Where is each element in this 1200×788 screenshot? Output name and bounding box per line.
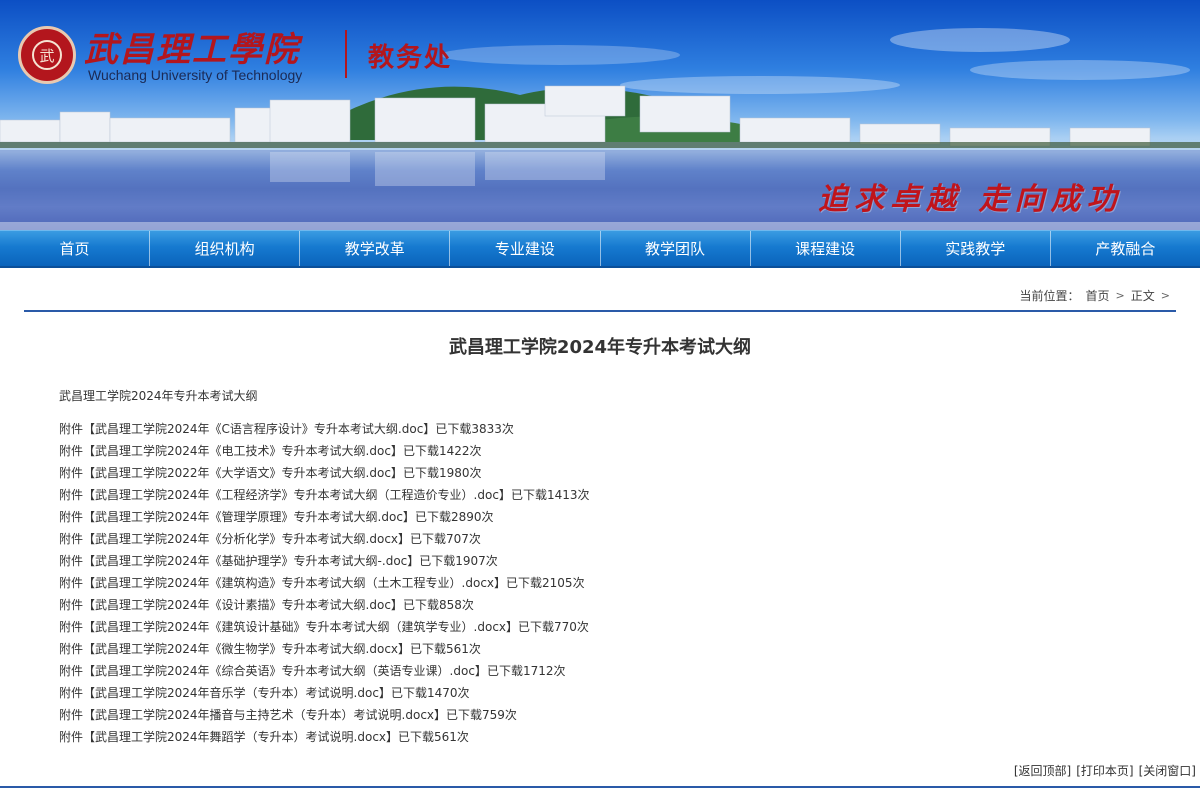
attachment-label: 附件 [59,708,84,722]
attachment-link[interactable]: 【武昌理工学院2024年《管理学原理》专升本考试大纲.doc】 [83,510,415,524]
attachment-item: 附件【武昌理工学院2022年《大学语文》专升本考试大纲.doc】已下载1980次 [59,462,589,484]
close-window-link[interactable]: [关闭窗口] [1139,762,1196,779]
download-count: 已下载3833次 [435,422,514,436]
attachment-item: 附件【武昌理工学院2024年《C语言程序设计》专升本考试大纲.doc】已下载38… [59,418,589,440]
article-intro: 武昌理工学院2024年专升本考试大纲 [59,389,258,403]
download-count: 已下载1980次 [402,466,482,480]
header-banner: 武 武昌理工學院 Wuchang University of Technolog… [0,0,1200,230]
attachment-link[interactable]: 【武昌理工学院2024年《基础护理学》专升本考试大纲-.doc】 [83,554,419,568]
attachment-label: 附件 [59,554,84,568]
attachment-label: 附件 [59,488,84,502]
attachment-item: 附件【武昌理工学院2024年《分析化学》专升本考试大纲.docx】已下载707次 [59,528,589,550]
nav-item-major-construction[interactable]: 专业建设 [450,231,601,266]
nav-item-organization[interactable]: 组织机构 [150,231,301,266]
attachment-item: 附件【武昌理工学院2024年舞蹈学（专升本）考试说明.docx】已下载561次 [59,726,589,748]
attachment-item: 附件【武昌理工学院2024年《设计素描》专升本考试大纲.doc】已下载858次 [59,594,589,616]
attachment-label: 附件 [59,444,84,458]
attachment-label: 附件 [59,576,84,590]
attachment-item: 附件【武昌理工学院2024年音乐学（专升本）考试说明.doc】已下载1470次 [59,682,589,704]
page-tools: [返回顶部] [打印本页] [关闭窗口] [1014,762,1196,779]
attachment-label: 附件 [59,686,84,700]
attachment-label: 附件 [59,642,84,656]
nav-item-practice-teaching[interactable]: 实践教学 [901,231,1051,266]
main-nav: 首页 组织机构 教学改革 专业建设 教学团队 课程建设 实践教学 产教融合 [0,230,1200,268]
breadcrumb-prefix: 当前位置： [1019,289,1080,303]
attachment-link[interactable]: 【武昌理工学院2024年《分析化学》专升本考试大纲.docx】 [83,532,410,546]
attachment-item: 附件【武昌理工学院2024年《基础护理学》专升本考试大纲-.doc】已下载190… [59,550,589,572]
school-name-en: Wuchang University of Technology [88,67,303,83]
attachment-item: 附件【武昌理工学院2024年播音与主持艺术（专升本）考试说明.docx】已下载7… [59,704,589,726]
attachment-label: 附件 [59,598,84,612]
download-count: 已下载2890次 [414,510,494,524]
download-count: 已下载759次 [446,708,517,722]
attachment-link[interactable]: 【武昌理工学院2022年《大学语文》专升本考试大纲.doc】 [83,466,403,480]
logo-divider [345,30,347,78]
download-count: 已下载561次 [410,642,481,656]
attachment-item: 附件【武昌理工学院2024年《微生物学》专升本考试大纲.docx】已下载561次 [59,638,589,660]
breadcrumb-home-link[interactable]: 首页 [1086,287,1110,304]
nav-item-teaching-reform[interactable]: 教学改革 [300,231,451,266]
print-page-link[interactable]: [打印本页] [1076,762,1133,779]
breadcrumb-separator: > [1115,289,1125,302]
attachment-link[interactable]: 【武昌理工学院2024年《设计素描》专升本考试大纲.doc】 [83,598,403,612]
download-count: 已下载1712次 [486,664,566,678]
download-count: 已下载1413次 [510,488,590,502]
slogan: 追求卓越 走向成功 [818,182,1123,217]
attachment-link[interactable]: 【武昌理工学院2024年音乐学（专升本）考试说明.doc】 [83,686,391,700]
attachment-item: 附件【武昌理工学院2024年《工程经济学》专升本考试大纲（工程造价专业）.doc… [59,484,589,506]
attachment-link[interactable]: 【武昌理工学院2024年《综合英语》专升本考试大纲（英语专业课）.doc】 [83,664,487,678]
attachment-item: 附件【武昌理工学院2024年《电工技术》专升本考试大纲.doc】已下载1422次 [59,440,589,462]
download-count: 已下载1907次 [419,554,498,568]
breadcrumb-current[interactable]: 正文 [1131,287,1155,304]
nav-item-teaching-team[interactable]: 教学团队 [601,231,751,266]
seal-glyph: 武 [32,40,62,70]
attachment-label: 附件 [59,510,84,524]
attachment-label: 附件 [59,620,84,634]
nav-item-course-construction[interactable]: 课程建设 [751,231,901,266]
attachment-list: 附件【武昌理工学院2024年《C语言程序设计》专升本考试大纲.doc】已下载38… [59,418,589,748]
attachment-link[interactable]: 【武昌理工学院2024年《电工技术》专升本考试大纲.doc】 [83,444,403,458]
download-count: 已下载707次 [410,532,481,546]
attachment-item: 附件【武昌理工学院2024年《建筑构造》专升本考试大纲（土木工程专业）.docx… [59,572,589,594]
nav-item-home[interactable]: 首页 [0,231,151,266]
attachment-link[interactable]: 【武昌理工学院2024年《工程经济学》专升本考试大纲（工程造价专业）.doc】 [83,488,511,502]
attachment-item: 附件【武昌理工学院2024年《建筑设计基础》专升本考试大纲（建筑学专业）.doc… [59,616,589,638]
attachment-item: 附件【武昌理工学院2024年《综合英语》专升本考试大纲（英语专业课）.doc】已… [59,660,589,682]
download-count: 已下载858次 [402,598,474,612]
download-count: 已下载1422次 [402,444,482,458]
attachment-link[interactable]: 【武昌理工学院2024年《建筑构造》专升本考试大纲（土木工程专业）.docx】 [83,576,506,590]
download-count: 已下载770次 [518,620,589,634]
attachment-link[interactable]: 【武昌理工学院2024年《微生物学》专升本考试大纲.docx】 [83,642,410,656]
content-top-rule [24,310,1176,312]
attachment-link[interactable]: 【武昌理工学院2024年《C语言程序设计》专升本考试大纲.doc】 [83,422,435,436]
school-seal-logo: 武 [18,26,76,84]
attachment-label: 附件 [59,532,84,546]
attachment-label: 附件 [59,664,84,678]
attachment-item: 附件【武昌理工学院2024年《管理学原理》专升本考试大纲.doc】已下载2890… [59,506,589,528]
school-name-cn: 武昌理工學院 [84,30,300,70]
department-name: 教务处 [368,43,453,73]
article-title: 武昌理工学院2024年专升本考试大纲 [448,337,752,358]
download-count: 已下载1470次 [390,686,470,700]
attachment-label: 附件 [59,422,84,436]
attachment-link[interactable]: 【武昌理工学院2024年播音与主持艺术（专升本）考试说明.docx】 [83,708,446,722]
attachment-link[interactable]: 【武昌理工学院2024年舞蹈学（专升本）考试说明.docx】 [83,730,398,744]
nav-item-industry-education[interactable]: 产教融合 [1051,231,1200,266]
back-to-top-link[interactable]: [返回顶部] [1014,762,1071,779]
breadcrumb: 当前位置： 首页 > 正文 > [1020,287,1170,304]
attachment-label: 附件 [59,730,84,744]
attachment-label: 附件 [59,466,84,480]
download-count: 已下载561次 [398,730,469,744]
breadcrumb-separator: > [1160,289,1170,302]
attachment-link[interactable]: 【武昌理工学院2024年《建筑设计基础》专升本考试大纲（建筑学专业）.docx】 [83,620,518,634]
download-count: 已下载2105次 [506,576,585,590]
